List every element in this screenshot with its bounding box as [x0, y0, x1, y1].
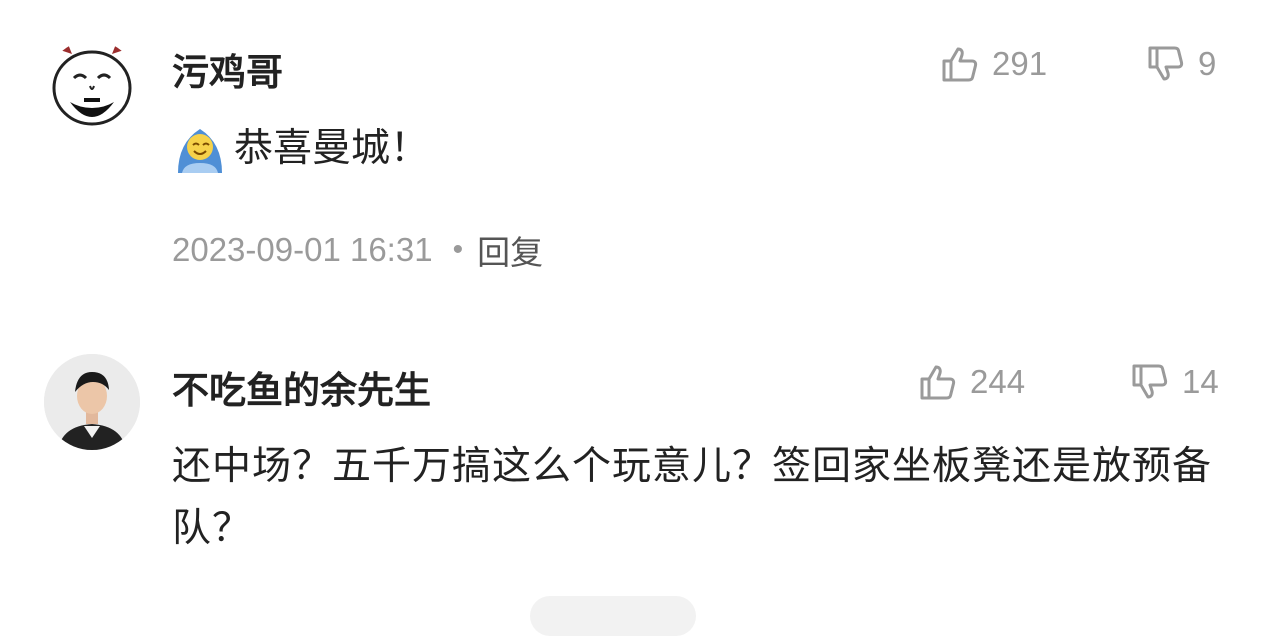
username[interactable]: 不吃鱼的余先生 [172, 360, 431, 414]
avatar[interactable] [44, 354, 140, 450]
thumbs-down-icon [1148, 46, 1184, 81]
like-count: 291 [992, 45, 1048, 82]
blanket-smile-emoji-icon [178, 129, 222, 173]
avatar[interactable] [46, 40, 138, 132]
meta-separator: • [452, 233, 464, 266]
like-button[interactable]: 244 [918, 362, 1025, 402]
floating-action-pill[interactable] [530, 596, 696, 636]
comment-text-content: 恭喜曼城！ [234, 126, 430, 171]
comment-item: 污鸡哥 291 9 恭喜曼城！ 2023-09-01 16:31 • 回复 [0, 0, 1278, 330]
timestamp: 2023-09-01 16:31 [172, 231, 433, 268]
dislike-count: 14 [1182, 363, 1219, 400]
thumbs-down-icon [1132, 364, 1168, 399]
dislike-button[interactable]: 14 [1130, 362, 1219, 402]
username[interactable]: 污鸡哥 [172, 42, 283, 96]
comment-text: 恭喜曼城！ [172, 118, 429, 180]
dislike-count: 9 [1198, 45, 1217, 82]
like-count: 244 [970, 363, 1026, 400]
dislike-button[interactable]: 9 [1146, 44, 1216, 84]
reply-button[interactable]: 回复 [477, 226, 543, 274]
person-photo-avatar [44, 354, 140, 450]
thumbs-up-icon [920, 365, 956, 400]
cartoon-bearded-face-icon [46, 40, 138, 132]
thumbs-up-icon [942, 47, 978, 82]
like-button[interactable]: 291 [940, 44, 1047, 84]
comment-item: 不吃鱼的余先生 244 14 还中场？五千万搞这么个玩意儿？签回家坐板凳还是放预… [0, 330, 1278, 615]
comment-meta: 2023-09-01 16:31 • 回复 [172, 226, 543, 274]
comment-text: 还中场？五千万搞这么个玩意儿？签回家坐板凳还是放预备队？ [172, 444, 1213, 551]
